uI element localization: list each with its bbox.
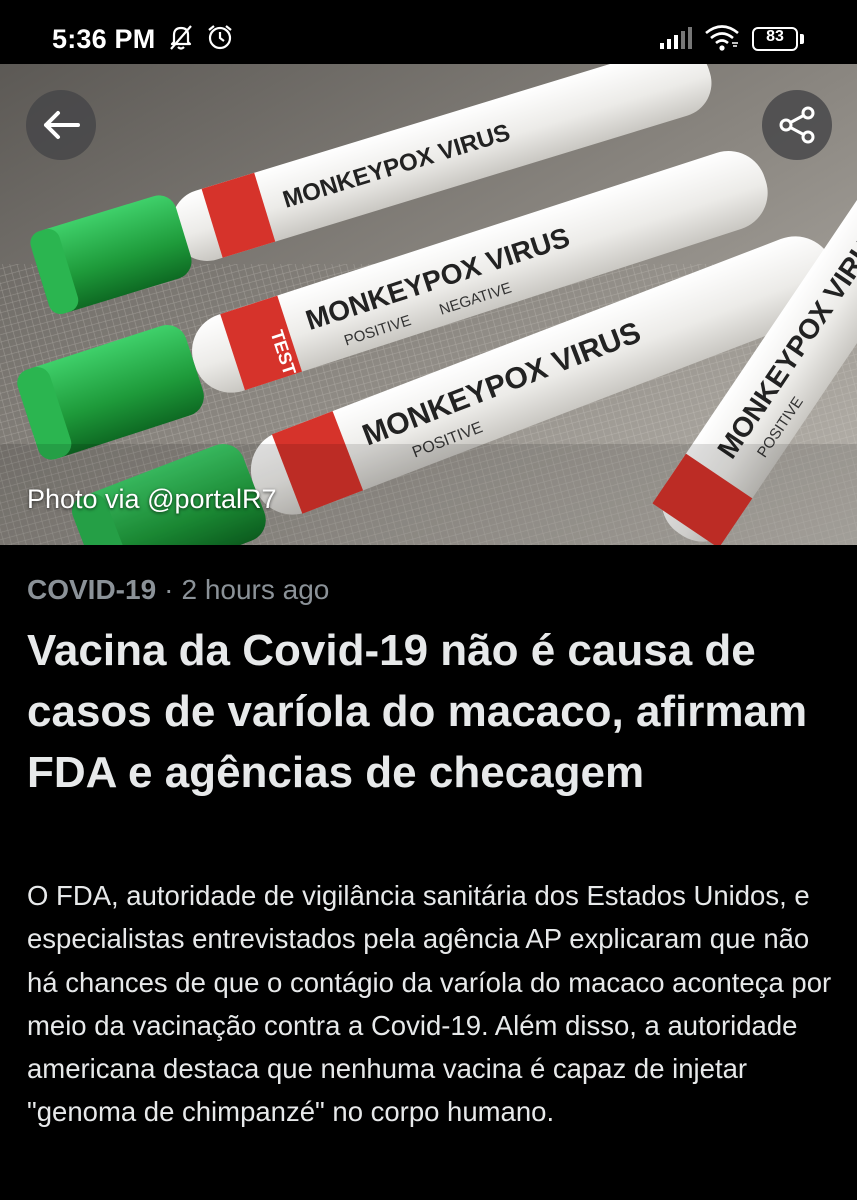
article-headline: Vacina da Covid-19 não é causa de casos … [27,626,808,797]
back-button[interactable] [26,90,96,160]
bell-off-icon [166,22,196,57]
hero-image: MONKEYPOX VIRUS TEST MONKEYPOX VIRUS POS… [0,64,857,545]
signal-icon [659,26,693,55]
article-body: O FDA, autoridade de vigilância sanitári… [27,880,832,1128]
battery-level: 83 [766,28,784,45]
article-category[interactable]: COVID-19 [27,574,156,605]
share-icon [779,106,815,144]
share-button[interactable] [762,90,832,160]
wifi-icon [704,24,740,57]
status-time: 5:36 PM [52,24,156,54]
photo-credit: Photo via @portalR7 [27,484,277,514]
alarm-icon [205,22,235,57]
hero-photo: MONKEYPOX VIRUS TEST MONKEYPOX VIRUS POS… [0,64,857,545]
arrow-left-icon [44,111,80,139]
article-time: 2 hours ago [181,574,330,605]
meta-separator: · [164,574,174,605]
battery-nub [800,34,804,44]
article-meta: COVID-19 · 2 hours ago [27,574,329,606]
